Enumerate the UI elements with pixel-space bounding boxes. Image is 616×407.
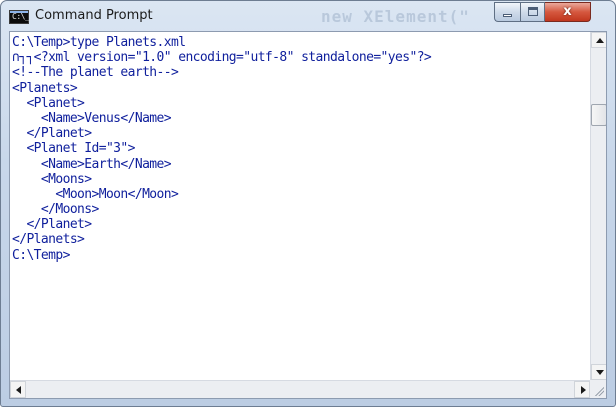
maximize-button[interactable] <box>520 2 545 22</box>
close-icon: x <box>563 4 572 19</box>
maximize-icon <box>528 7 538 16</box>
console-prompt-line: C:\Temp> <box>12 247 70 263</box>
console-output[interactable]: C:\Temp>type Planets.xml ∩┐┐<?xml versio… <box>12 35 588 377</box>
resize-grip[interactable] <box>590 380 606 398</box>
console-line: ∩┐┐<?xml version="1.0" encoding="utf-8" … <box>12 50 432 66</box>
title-bar[interactable]: C:\_ Command Prompt new XElement(" x <box>1 1 615 31</box>
arrow-up-icon <box>596 38 604 43</box>
window-title: Command Prompt <box>35 8 153 23</box>
console-line: <Planet> <box>12 95 85 111</box>
console-area[interactable]: C:\Temp>type Planets.xml ∩┐┐<?xml versio… <box>9 31 607 399</box>
console-line: <Name>Earth</Name> <box>12 156 172 172</box>
console-line: </Planet> <box>12 217 92 233</box>
console-line: C:\Temp>type Planets.xml <box>12 35 186 50</box>
console-line: </Planet> <box>12 126 92 142</box>
console-line: <Planets> <box>12 80 78 96</box>
vertical-scrollbar[interactable] <box>590 32 606 380</box>
arrow-right-icon <box>581 386 586 394</box>
console-line: <Moon>Moon</Moon> <box>12 186 179 202</box>
scroll-up-button[interactable] <box>591 32 606 48</box>
console-line: </Planets> <box>12 232 85 248</box>
arrow-left-icon <box>16 386 21 394</box>
minimize-button[interactable] <box>494 2 520 22</box>
horizontal-scrollbar[interactable] <box>10 380 590 398</box>
console-line: <Planet Id="3"> <box>12 141 135 157</box>
command-prompt-window: C:\_ Command Prompt new XElement(" x C:\… <box>0 0 616 407</box>
console-line: <!--The planet earth--> <box>12 65 179 81</box>
scroll-left-button[interactable] <box>10 381 26 398</box>
close-button[interactable]: x <box>545 2 591 22</box>
resize-grip-icon <box>594 386 604 396</box>
vertical-scroll-thumb[interactable] <box>591 104 606 126</box>
scroll-down-button[interactable] <box>591 364 606 380</box>
background-watermark-text: new XElement(" <box>321 7 470 26</box>
arrow-down-icon <box>596 370 604 375</box>
console-line: <Moons> <box>12 171 92 187</box>
minimize-icon <box>503 14 512 17</box>
scroll-right-button[interactable] <box>574 381 590 398</box>
command-prompt-icon[interactable]: C:\_ <box>9 10 30 24</box>
console-line: </Moons> <box>12 202 99 218</box>
console-line: <Name>Venus</Name> <box>12 110 172 126</box>
